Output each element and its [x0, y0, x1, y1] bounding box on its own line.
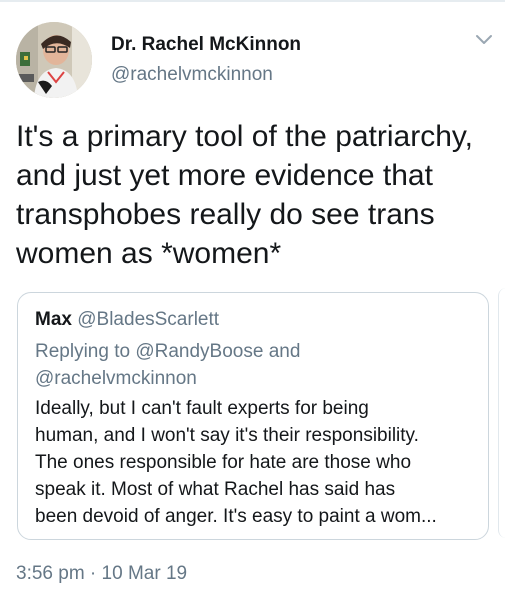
- tweet-text-line: women as *women*: [16, 237, 282, 270]
- tweet-text-line: transphobes really do see trans: [16, 198, 435, 231]
- adjacent-card-edge: [498, 288, 505, 538]
- quoted-text-line: human, and I won't say it's their respon…: [35, 425, 419, 446]
- quoted-text-line: speak it. Most of what Rachel has said h…: [35, 479, 396, 500]
- chevron-down-icon[interactable]: [472, 30, 496, 50]
- avatar[interactable]: [16, 22, 92, 98]
- top-divider: [0, 0, 505, 2]
- replying-to: Replying to @RandyBoose and @rachelvmcki…: [35, 338, 300, 392]
- quoted-text-line: Ideally, but I can't fault experts for b…: [35, 398, 369, 419]
- display-name[interactable]: Dr. Rachel McKinnon: [111, 34, 301, 56]
- quoted-author-handle: @BladesScarlett: [77, 309, 220, 330]
- replying-to-line: Replying to @RandyBoose and: [35, 341, 301, 362]
- tweet-text-line: It's a primary tool of the patriarchy,: [16, 120, 474, 153]
- replying-to-line: @rachelvmckinnon: [35, 368, 197, 389]
- quoted-tweet-text: Ideally, but I can't fault experts for b…: [35, 395, 437, 530]
- quoted-text-line: been devoid of anger. It's easy to paint…: [35, 506, 437, 527]
- tweet-text-line: and just yet more evidence that: [16, 159, 433, 192]
- tweet-timestamp[interactable]: 3:56 pm · 10 Mar 19: [16, 563, 187, 585]
- quoted-tweet-card[interactable]: Max @BladesScarlett Replying to @RandyBo…: [17, 292, 489, 540]
- profile-photo-icon: [16, 22, 92, 98]
- quoted-author: Max @BladesScarlett: [35, 309, 219, 331]
- user-handle[interactable]: @rachelvmckinnon: [111, 64, 273, 86]
- quoted-text-line: The ones responsible for hate are those …: [35, 452, 412, 473]
- tweet-text: It's a primary tool of the patriarchy, a…: [16, 117, 498, 273]
- quoted-author-name: Max: [35, 309, 72, 330]
